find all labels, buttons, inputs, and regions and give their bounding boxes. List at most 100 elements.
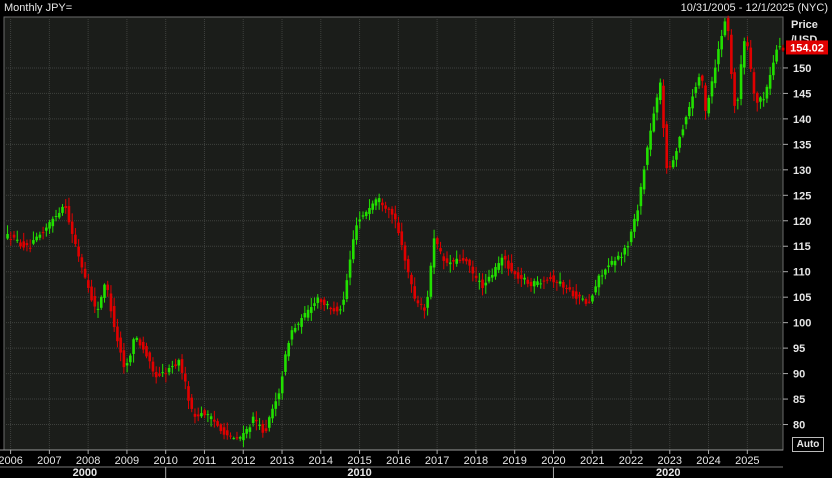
candle-body — [342, 299, 345, 305]
candle-body — [387, 208, 391, 210]
candle-body — [429, 265, 433, 297]
candle-body — [148, 352, 152, 362]
candle-body — [145, 346, 148, 357]
candle-body — [765, 86, 769, 99]
candle-body — [616, 255, 620, 260]
candle-body — [271, 408, 274, 419]
candle-body — [339, 309, 342, 311]
candle-body — [57, 212, 61, 218]
candle-body — [523, 277, 526, 280]
candle-body — [258, 425, 261, 427]
candle-body — [526, 279, 530, 284]
candle-body — [122, 350, 126, 368]
candle-body — [232, 438, 236, 440]
candle-body — [642, 169, 646, 190]
candle-body — [736, 99, 740, 101]
candle-body — [432, 238, 436, 268]
y-tick-label: 95 — [793, 343, 805, 355]
y-tick-label: 120 — [793, 216, 811, 228]
candle-body — [403, 245, 407, 261]
candle-body — [646, 147, 649, 165]
candle-body — [51, 218, 55, 227]
candle-body — [636, 210, 639, 222]
candle-body — [658, 82, 662, 101]
candle-body — [532, 281, 536, 287]
candle-body — [671, 160, 675, 168]
candle-body — [200, 413, 203, 417]
candle-body — [74, 234, 77, 245]
candle-body — [474, 275, 478, 279]
candle-body — [626, 246, 630, 248]
auto-scale-button[interactable]: Auto — [792, 437, 824, 452]
candle-body — [132, 339, 135, 354]
candle-body — [187, 386, 190, 401]
x-tick-label: 2022 — [619, 455, 643, 467]
candle-body — [400, 231, 404, 246]
candle-body — [61, 206, 64, 213]
candle-body — [25, 243, 29, 246]
y-axis: 80 85 90 95 100 105 110 115 120 125 130 135 140 145 15… — [783, 63, 811, 432]
candle-body — [287, 342, 290, 357]
candle-body — [277, 393, 281, 400]
plot-area[interactable] — [3, 16, 784, 451]
candle-body — [216, 421, 219, 426]
candle-body — [306, 309, 310, 318]
x-tick-label: 2010 — [153, 455, 177, 467]
candle-body — [775, 49, 778, 62]
candle-body — [196, 414, 200, 417]
candle-body — [665, 124, 669, 169]
candle-body — [623, 247, 627, 255]
candle-body — [558, 281, 562, 284]
candle-body — [704, 85, 707, 111]
x-tick-label: 2006 — [0, 455, 23, 467]
candle-body — [478, 280, 481, 282]
y-tick-label: 100 — [793, 318, 811, 330]
y-tick-label: 85 — [793, 394, 805, 406]
candle-body — [135, 337, 139, 340]
price-chart[interactable]: 80 85 90 95 100 105 110 115 120 125 130 135 140 145 15… — [0, 0, 832, 478]
y-tick-label: 145 — [793, 88, 811, 100]
candle-body — [542, 280, 546, 282]
candle-body — [691, 96, 694, 109]
candle-body — [38, 234, 42, 238]
candle-body — [264, 428, 268, 432]
candle-body — [423, 307, 426, 311]
candle-body — [154, 371, 158, 378]
candle-body — [439, 248, 442, 252]
candle-body — [348, 259, 352, 278]
decade-label: 2010 — [347, 467, 371, 478]
candle-body — [426, 296, 429, 308]
candle-body — [455, 258, 459, 264]
candle-body — [503, 255, 507, 260]
candle-body — [507, 260, 510, 269]
candle-body — [742, 41, 746, 68]
candle-body — [662, 85, 665, 129]
x-tick-label: 2011 — [193, 455, 217, 467]
candle-body — [394, 213, 397, 220]
candle-body — [781, 47, 785, 51]
y-unit-line1: Price — [791, 19, 818, 31]
candle-body — [597, 275, 601, 288]
candle-body — [293, 327, 297, 332]
candle-body — [358, 219, 362, 222]
candle-body — [442, 256, 446, 261]
candle-body — [458, 259, 462, 261]
candle-body — [87, 280, 90, 288]
candle-body — [290, 330, 294, 340]
candle-body — [539, 283, 543, 285]
x-tick-label: 2018 — [464, 455, 488, 467]
candle-body — [410, 274, 413, 285]
candle-body — [668, 166, 672, 168]
candle-body — [319, 299, 323, 303]
candle-body — [768, 74, 772, 89]
candle-body — [193, 413, 197, 417]
candle-body — [106, 284, 110, 291]
y-tick-label: 140 — [793, 114, 811, 126]
candle-body — [681, 129, 685, 136]
candle-body — [772, 62, 775, 76]
candle-body — [594, 286, 597, 293]
candle-body — [103, 284, 106, 298]
y-tick-label: 115 — [793, 241, 811, 253]
candle-body — [500, 257, 504, 266]
y-tick-label: 130 — [793, 165, 811, 177]
